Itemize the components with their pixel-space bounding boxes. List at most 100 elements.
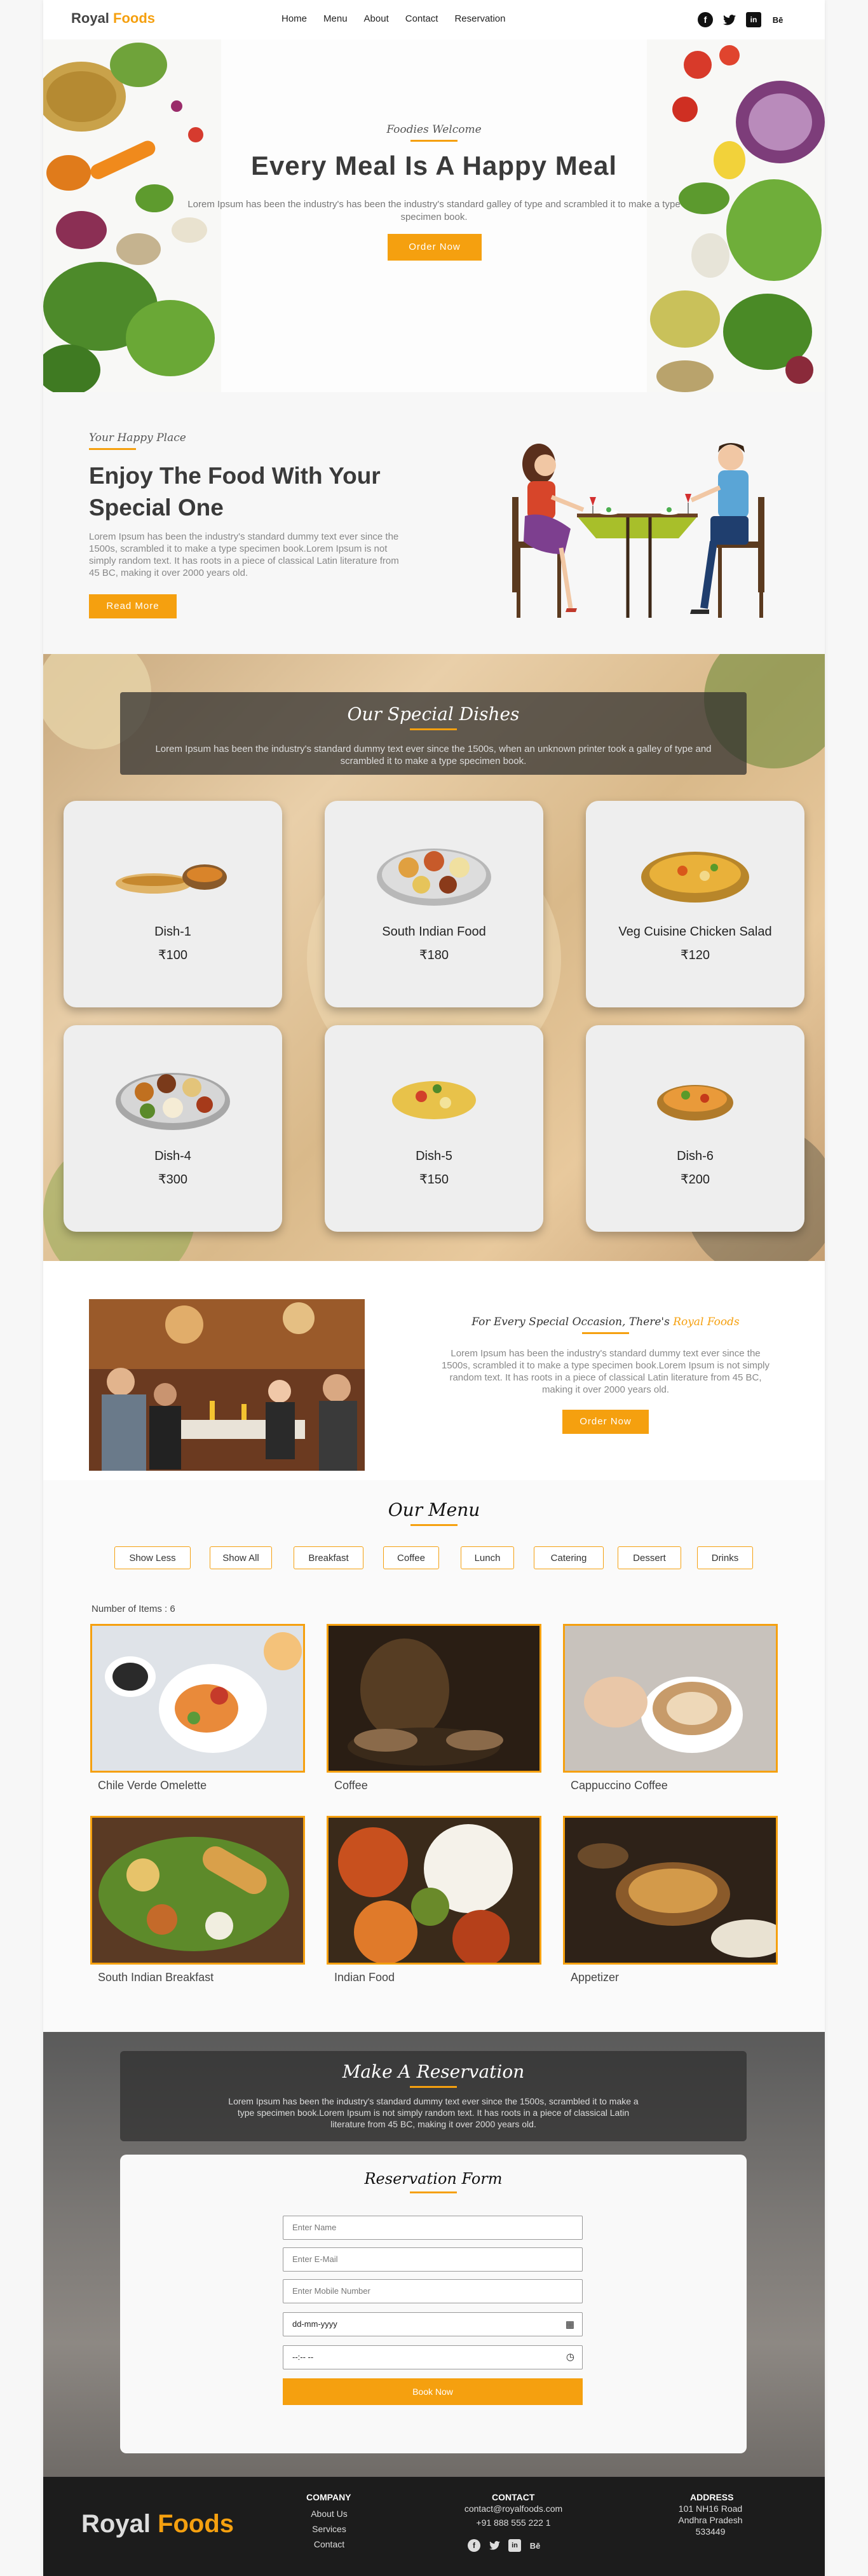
menu-item-3-image[interactable] bbox=[563, 1624, 778, 1773]
footer-phone[interactable]: +91 888 555 222 1 bbox=[450, 2518, 577, 2528]
mobile-number-input[interactable]: Enter Mobile Number bbox=[283, 2279, 583, 2303]
special-dishes-banner: Our Special Dishes Lorem Ipsum has been … bbox=[120, 692, 747, 775]
dish-2-image bbox=[377, 848, 491, 906]
menu-item-2-label: Coffee bbox=[334, 1779, 368, 1792]
nav-link-menu[interactable]: Menu bbox=[323, 13, 348, 24]
occasion-title: For Every Special Occasion, There's Roya… bbox=[437, 1316, 774, 1334]
brand-logo[interactable]: Royal Foods bbox=[71, 10, 155, 27]
filter-show-all[interactable]: Show All bbox=[210, 1546, 272, 1569]
hero-eyebrow: Foodies Welcome bbox=[43, 123, 825, 142]
read-more-button[interactable]: Read More bbox=[89, 594, 177, 618]
footer-facebook-icon[interactable]: f bbox=[468, 2539, 480, 2552]
brand-name-part2: Foods bbox=[113, 10, 156, 26]
filter-breakfast[interactable]: Breakfast bbox=[294, 1546, 363, 1569]
menu-item-4-label: South Indian Breakfast bbox=[98, 1971, 214, 1984]
occasion-order-now-button[interactable]: Order Now bbox=[562, 1410, 649, 1434]
occasion-underline bbox=[582, 1332, 629, 1334]
dish-price: ₹120 bbox=[680, 948, 710, 962]
footer-brand-part1: Royal bbox=[81, 2510, 151, 2538]
restaurant-group-photo bbox=[89, 1299, 365, 1471]
filter-drinks[interactable]: Drinks bbox=[697, 1546, 753, 1569]
dish-name: Dish-4 bbox=[154, 1149, 191, 1163]
name-input[interactable]: Enter Name bbox=[283, 2216, 583, 2240]
hero-order-now-button[interactable]: Order Now bbox=[388, 234, 482, 261]
menu-item-1-image[interactable] bbox=[90, 1624, 305, 1773]
nav-links: Home Menu About Contact Reservation bbox=[281, 13, 522, 24]
filter-coffee[interactable]: Coffee bbox=[383, 1546, 439, 1569]
footer-address-line-1: 101 NH16 Road bbox=[678, 2504, 743, 2514]
footer-address-line-3: 533449 bbox=[695, 2526, 726, 2537]
reservation-description: Lorem Ipsum has been the industry's stan… bbox=[228, 2096, 639, 2129]
footer-email[interactable]: contact@royalfoods.com bbox=[450, 2504, 577, 2514]
special-dishes-underline bbox=[410, 728, 457, 730]
footer-contact-heading: CONTACT bbox=[492, 2492, 535, 2502]
book-now-button[interactable]: Book Now bbox=[283, 2378, 583, 2405]
reservation-banner: Make A Reservation Lorem Ipsum has been … bbox=[120, 2051, 747, 2141]
reservation-form-underline bbox=[410, 2191, 457, 2193]
top-navbar: Royal Foods Home Menu About Contact Rese… bbox=[43, 0, 825, 39]
dish-card-3[interactable]: Veg Cuisine Chicken Salad ₹120 bbox=[586, 801, 804, 1007]
reservation-title: Make A Reservation bbox=[120, 2061, 747, 2088]
date-input[interactable]: dd-mm-yyyy ▦ bbox=[283, 2312, 583, 2336]
nav-link-contact[interactable]: Contact bbox=[405, 13, 438, 24]
menu-item-4-image[interactable] bbox=[90, 1816, 305, 1965]
happy-title: Enjoy The Food With Your Special One bbox=[89, 463, 381, 521]
email-input[interactable]: Enter E-Mail bbox=[283, 2247, 583, 2272]
filter-catering[interactable]: Catering bbox=[534, 1546, 604, 1569]
menu-underline bbox=[410, 1524, 458, 1526]
reservation-underline bbox=[410, 2086, 457, 2088]
dish-name: Dish-6 bbox=[677, 1149, 714, 1163]
nav-social-links: f in Bē bbox=[698, 12, 785, 27]
twitter-icon[interactable] bbox=[722, 12, 737, 27]
reservation-form: Reservation Form Enter Name Enter E-Mail… bbox=[120, 2155, 747, 2453]
dish-card-2[interactable]: South Indian Food ₹180 bbox=[325, 801, 543, 1007]
linkedin-icon[interactable]: in bbox=[746, 12, 761, 27]
calendar-icon[interactable]: ▦ bbox=[566, 2319, 574, 2330]
reservation-section: Make A Reservation Lorem Ipsum has been … bbox=[43, 2032, 825, 2477]
happy-eyebrow: Your Happy Place bbox=[89, 432, 186, 450]
dish-card-1[interactable]: Dish-1 ₹100 bbox=[64, 801, 282, 1007]
clock-icon[interactable]: ◷ bbox=[566, 2351, 574, 2362]
behance-icon[interactable]: Bē bbox=[770, 12, 785, 27]
footer-twitter-icon[interactable] bbox=[488, 2539, 501, 2552]
time-input[interactable]: --:-- -- ◷ bbox=[283, 2345, 583, 2369]
dish-card-5[interactable]: Dish-5 ₹150 bbox=[325, 1025, 543, 1232]
nav-link-home[interactable]: Home bbox=[281, 13, 307, 24]
dish-name: Dish-1 bbox=[154, 925, 191, 939]
menu-item-6-image[interactable] bbox=[563, 1816, 778, 1965]
special-dishes-title-text: Our Special Dishes bbox=[347, 704, 520, 725]
hero-eyebrow-underline bbox=[410, 140, 458, 142]
dish-card-6[interactable]: Dish-6 ₹200 bbox=[586, 1025, 804, 1232]
menu-item-5-image[interactable] bbox=[327, 1816, 541, 1965]
menu-title: Our Menu bbox=[43, 1499, 825, 1526]
filter-lunch[interactable]: Lunch bbox=[461, 1546, 514, 1569]
footer-linkedin-icon[interactable]: in bbox=[508, 2539, 521, 2552]
nav-link-reservation[interactable]: Reservation bbox=[454, 13, 505, 24]
dish-price: ₹200 bbox=[680, 1173, 710, 1187]
footer-link-services[interactable]: Services bbox=[304, 2524, 355, 2534]
couple-dining-illustration bbox=[512, 443, 764, 618]
footer-link-about-us[interactable]: About Us bbox=[304, 2509, 355, 2519]
hero-title: Every Meal Is A Happy Meal bbox=[250, 151, 618, 181]
facebook-icon[interactable]: f bbox=[698, 12, 713, 27]
occasion-title-text: For Every Special Occasion, There's bbox=[471, 1316, 670, 1328]
footer-company-heading: COMPANY bbox=[306, 2492, 351, 2502]
filter-dessert[interactable]: Dessert bbox=[618, 1546, 681, 1569]
dish-5-image bbox=[384, 1077, 484, 1128]
menu-item-count: Number of Items : 6 bbox=[92, 1604, 175, 1614]
occasion-description: Lorem Ipsum has been the industry's stan… bbox=[441, 1348, 770, 1395]
menu-item-2-image[interactable] bbox=[327, 1624, 541, 1773]
dish-price: ₹100 bbox=[158, 948, 188, 962]
brand-name-part1: Royal bbox=[71, 10, 109, 26]
nav-link-about[interactable]: About bbox=[364, 13, 389, 24]
footer-brand-logo[interactable]: Royal Foods bbox=[81, 2510, 234, 2539]
filter-show-less[interactable]: Show Less bbox=[114, 1546, 191, 1569]
dish-3-image bbox=[641, 852, 749, 903]
happy-eyebrow-underline bbox=[89, 448, 136, 450]
menu-item-3-label: Cappuccino Coffee bbox=[571, 1779, 668, 1792]
dish-card-4[interactable]: Dish-4 ₹300 bbox=[64, 1025, 282, 1232]
dish-price: ₹150 bbox=[419, 1173, 449, 1187]
date-input-value: dd-mm-yyyy bbox=[292, 2319, 337, 2329]
footer-behance-icon[interactable]: Bē bbox=[529, 2539, 541, 2552]
footer-link-contact[interactable]: Contact bbox=[304, 2539, 355, 2549]
